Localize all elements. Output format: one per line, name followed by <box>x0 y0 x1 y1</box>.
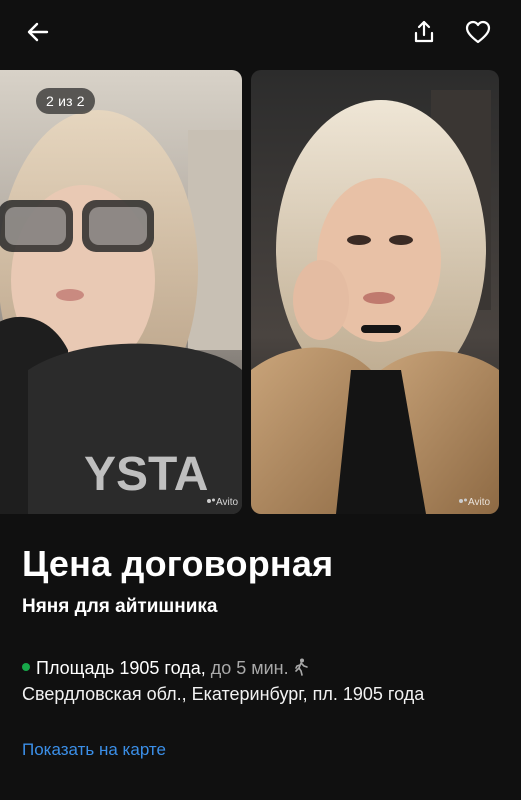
metro-distance: до 5 мин. <box>210 658 289 678</box>
share-button[interactable] <box>406 14 442 50</box>
listing-address: Свердловская обл., Екатеринбург, пл. 190… <box>22 684 425 704</box>
listing-photo-1[interactable]: YSTA <box>0 70 242 514</box>
location-block: Площадь 1905 года, до 5 мин. Свердловска… <box>22 655 492 707</box>
show-on-map-link[interactable]: Показать на карте <box>22 740 166 760</box>
metro-station: Площадь 1905 года, <box>36 658 206 678</box>
arrow-left-icon <box>27 22 49 42</box>
svg-text:YSTA: YSTA <box>84 448 208 501</box>
back-button[interactable] <box>20 14 56 50</box>
walking-person-icon <box>294 658 308 677</box>
metro-line-dot-icon <box>22 663 30 672</box>
photo-counter-badge: 2 из 2 <box>36 88 95 114</box>
heart-icon <box>465 20 491 44</box>
avito-logo-icon <box>207 498 215 503</box>
listing-title: Няня для айтишника <box>22 596 218 617</box>
avito-logo-icon <box>459 498 467 503</box>
listing-photo-2[interactable] <box>251 70 499 514</box>
top-bar <box>0 0 521 64</box>
listing-price: Цена договорная <box>22 543 334 584</box>
favorite-button[interactable] <box>460 14 496 50</box>
avito-watermark: Avito <box>206 497 238 508</box>
avito-watermark: Avito <box>458 497 490 508</box>
share-icon <box>414 20 434 43</box>
photo-gallery[interactable]: YSTA <box>0 70 521 514</box>
